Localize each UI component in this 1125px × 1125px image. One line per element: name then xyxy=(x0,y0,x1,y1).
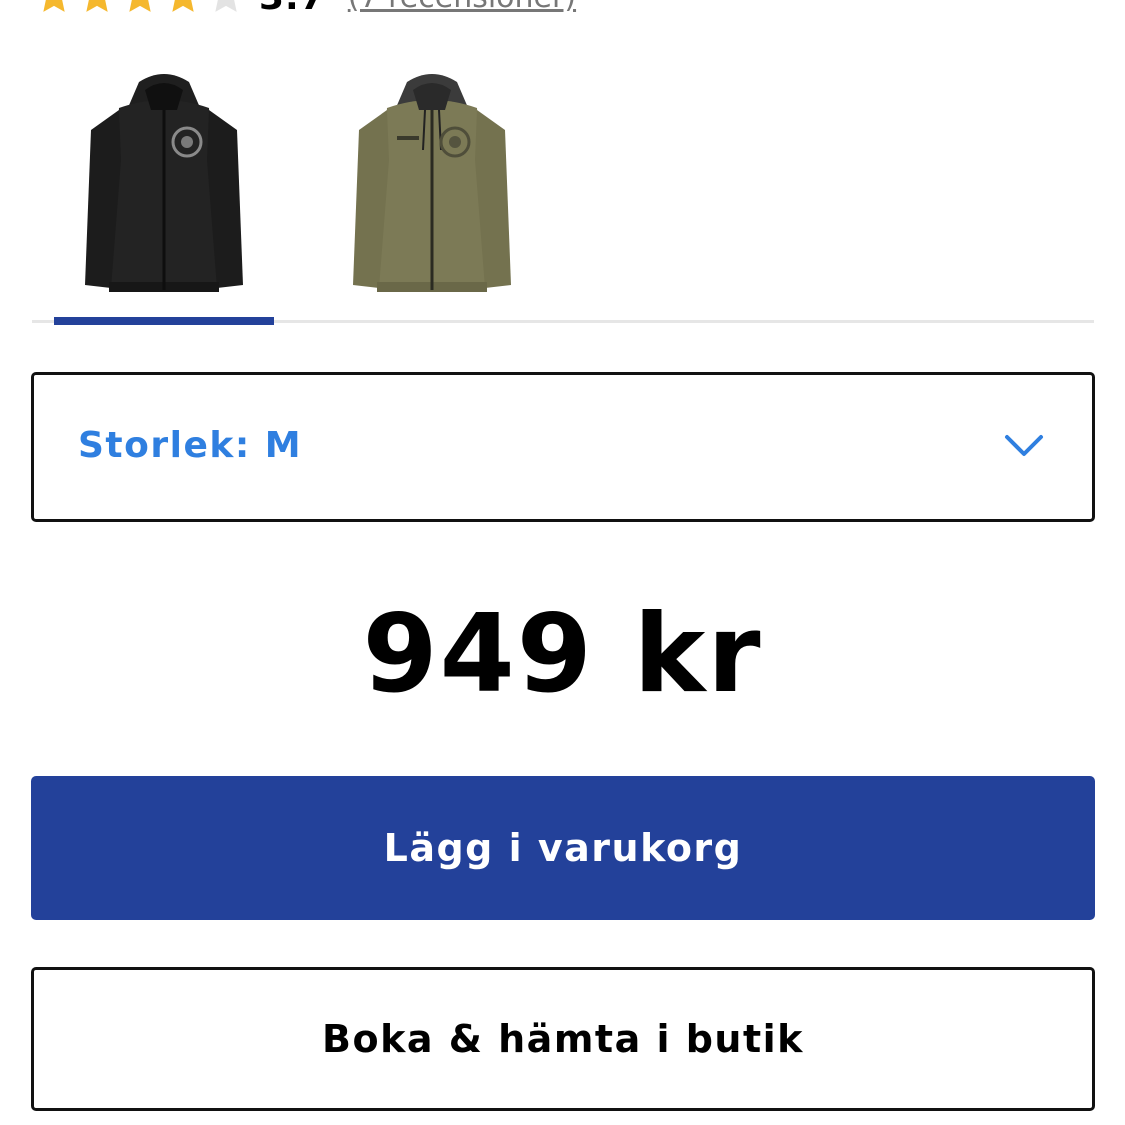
chevron-down-icon xyxy=(1005,435,1043,456)
size-selected-value: Storlek: M xyxy=(78,425,303,466)
star-filled-icon xyxy=(172,0,194,12)
star-filled-icon xyxy=(86,0,108,12)
variant-black-hoodie[interactable] xyxy=(54,60,274,326)
size-dropdown[interactable]: Storlek: M xyxy=(31,372,1095,522)
color-variant-selector xyxy=(32,60,1094,326)
star-rating xyxy=(34,0,249,17)
product-price: 949 kr xyxy=(362,592,763,717)
rating-value: 3.7 xyxy=(259,0,326,18)
star-filled-icon xyxy=(129,0,151,12)
olive-hoodie-image xyxy=(353,74,511,292)
black-hoodie-image xyxy=(85,74,243,292)
rating-row: 3.7 (7 recensioner) xyxy=(34,0,576,22)
selected-variant-indicator xyxy=(54,317,274,325)
star-empty-icon xyxy=(215,0,237,12)
star-filled-icon xyxy=(43,0,65,12)
add-to-cart-label: Lägg i varukorg xyxy=(383,826,743,870)
variant-olive-hoodie[interactable] xyxy=(322,60,542,326)
add-to-cart-button[interactable]: Lägg i varukorg xyxy=(31,776,1095,920)
book-pickup-button[interactable]: Boka & hämta i butik xyxy=(31,967,1095,1111)
reviews-link[interactable]: (7 recensioner) xyxy=(348,0,576,15)
book-pickup-label: Boka & hämta i butik xyxy=(322,1017,804,1061)
